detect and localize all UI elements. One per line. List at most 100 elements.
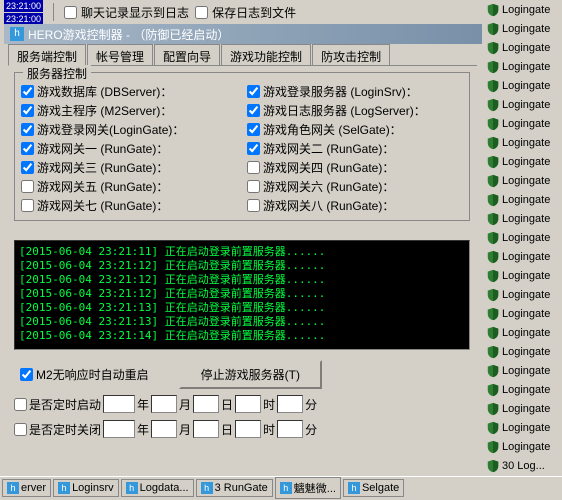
server-checkbox-0[interactable]: 游戏数据库 (DBServer)： [21, 83, 237, 100]
server-checkbox-4[interactable]: 游戏登录网关(LoginGate)： [21, 121, 237, 138]
year-input[interactable] [103, 395, 135, 413]
taskbar-item[interactable]: herver [2, 479, 51, 497]
logingate-item[interactable]: Logingate [484, 228, 562, 247]
logingate-item[interactable]: Logingate [484, 323, 562, 342]
logingate-item[interactable]: Logingate [484, 19, 562, 38]
hour-input[interactable] [235, 420, 261, 438]
taskbar-item[interactable]: hSelgate [343, 479, 404, 497]
server-checkbox-8[interactable]: 游戏网关三 (RunGate)： [21, 159, 237, 176]
logingate-item[interactable]: Logingate [484, 266, 562, 285]
logingate-item[interactable]: Logingate [484, 285, 562, 304]
tab-1[interactable]: 帐号管理 [87, 44, 153, 65]
scheduled-stop-row: 是否定时关闭 年 月 日 时 分 [14, 420, 470, 438]
taskbar-item[interactable]: h魑魅微... [275, 477, 341, 499]
server-checkbox-13[interactable]: 游戏网关八 (RunGate)： [247, 197, 463, 214]
task-icon: h [126, 482, 138, 494]
server-checkbox-7[interactable]: 游戏网关二 (RunGate)： [247, 140, 463, 157]
logingate-item[interactable]: Logingate [484, 209, 562, 228]
logingate-label: Logingate [502, 213, 550, 225]
logingate-label: Logingate [502, 232, 550, 244]
logingate-item[interactable]: Logingate [484, 361, 562, 380]
server-checkbox-9[interactable]: 游戏网关四 (RunGate)： [247, 159, 463, 176]
log-line: [2015-06-04 23:21:11] 正在启动登录前置服务器...... [19, 245, 465, 259]
scheduled-start-row: 是否定时启动 年 月 日 时 分 [14, 395, 470, 413]
logingate-item[interactable]: Logingate [484, 38, 562, 57]
auto-restart-checkbox[interactable]: M2无响应时自动重启 [20, 366, 149, 383]
top-bar: 23:21:00 23:21:00 聊天记录显示到日志 保存日志到文件 [0, 0, 482, 24]
logingate-item[interactable]: Logingate [484, 114, 562, 133]
logingate-label: Logingate [502, 61, 550, 73]
logingate-label: Logingate [502, 80, 550, 92]
logingate-item[interactable]: Logingate [484, 190, 562, 209]
logingate-label: Logingate [502, 137, 550, 149]
logingate-label: Logingate [502, 289, 550, 301]
logingate-item[interactable]: Logingate [484, 0, 562, 19]
server-checkbox-12[interactable]: 游戏网关七 (RunGate)： [21, 197, 237, 214]
logingate-item[interactable]: Logingate [484, 133, 562, 152]
logingate-item[interactable]: 30 Log... [484, 456, 562, 475]
logingate-item[interactable]: Logingate [484, 152, 562, 171]
logingate-label: Logingate [502, 365, 550, 377]
day-input[interactable] [193, 395, 219, 413]
server-checkbox-5[interactable]: 游戏角色网关 (SelGate)： [247, 121, 463, 138]
min-input[interactable] [277, 420, 303, 438]
task-icon: h [280, 482, 292, 494]
app-icon: h [10, 27, 24, 41]
scheduled-start-checkbox[interactable] [14, 398, 27, 411]
group-title: 服务器控制 [23, 65, 91, 82]
logingate-label: Logingate [502, 4, 550, 16]
logingate-label: Logingate [502, 422, 550, 434]
logingate-item[interactable]: Logingate [484, 57, 562, 76]
chat-log-checkbox[interactable]: 聊天记录显示到日志 [64, 4, 189, 21]
taskbar-item[interactable]: hLoginsrv [53, 479, 119, 497]
server-checkbox-1[interactable]: 游戏登录服务器 (LoginSrv)： [247, 83, 463, 100]
logingate-label: Logingate [502, 118, 550, 130]
log-line: [2015-06-04 23:21:13] 正在启动登录前置服务器...... [19, 301, 465, 315]
logingate-item[interactable]: Logingate [484, 380, 562, 399]
logingate-item[interactable]: Logingate [484, 95, 562, 114]
server-checkbox-10[interactable]: 游戏网关五 (RunGate)： [21, 178, 237, 195]
month-input[interactable] [151, 420, 177, 438]
server-checkbox-3[interactable]: 游戏日志服务器 (LogServer)： [247, 102, 463, 119]
tab-2[interactable]: 配置向导 [154, 44, 220, 65]
scheduled-stop-checkbox[interactable] [14, 423, 27, 436]
logingate-item[interactable]: Logingate [484, 76, 562, 95]
task-icon: h [7, 482, 19, 494]
logingate-item[interactable]: Logingate [484, 171, 562, 190]
tab-3[interactable]: 游戏功能控制 [221, 44, 311, 65]
logingate-item[interactable]: Logingate [484, 342, 562, 361]
server-checkbox-6[interactable]: 游戏网关一 (RunGate)： [21, 140, 237, 157]
window-title-bar: h HERO游戏控制器 - （防御已经启动） [4, 24, 482, 44]
logingate-item[interactable]: Logingate [484, 247, 562, 266]
stop-server-button[interactable]: 停止游戏服务器(T) [179, 360, 322, 389]
taskbar-item[interactable]: h3 RunGate [196, 479, 273, 497]
logingate-label: Logingate [502, 42, 550, 54]
month-input[interactable] [151, 395, 177, 413]
server-checkbox-2[interactable]: 游戏主程序 (M2Server)： [21, 102, 237, 119]
taskbar: herverhLoginsrvhLogdata...h3 RunGateh魑魅微… [0, 476, 562, 498]
task-icon: h [348, 482, 360, 494]
logingate-item[interactable]: Logingate [484, 304, 562, 323]
logingate-item[interactable]: Logingate [484, 399, 562, 418]
day-input[interactable] [193, 420, 219, 438]
logingate-label: Logingate [502, 327, 550, 339]
logingate-label: Logingate [502, 99, 550, 111]
logingate-item[interactable]: Logingate [484, 437, 562, 456]
min-input[interactable] [277, 395, 303, 413]
year-input[interactable] [103, 420, 135, 438]
tab-0[interactable]: 服务端控制 [8, 44, 86, 66]
logingate-label: Logingate [502, 194, 550, 206]
tab-4[interactable]: 防攻击控制 [312, 44, 390, 65]
logingate-item[interactable]: Logingate [484, 418, 562, 437]
save-log-checkbox[interactable]: 保存日志到文件 [195, 4, 296, 21]
taskbar-item[interactable]: hLogdata... [121, 479, 194, 497]
log-line: [2015-06-04 23:21:12] 正在启动登录前置服务器...... [19, 287, 465, 301]
log-line: [2015-06-04 23:21:13] 正在启动登录前置服务器...... [19, 315, 465, 329]
log-line: [2015-06-04 23:21:12] 正在启动登录前置服务器...... [19, 273, 465, 287]
tab-strip: 服务端控制帐号管理配置向导游戏功能控制防攻击控制 [8, 44, 477, 66]
hour-input[interactable] [235, 395, 261, 413]
server-control-group: 服务器控制 游戏数据库 (DBServer)：游戏登录服务器 (LoginSrv… [14, 72, 470, 221]
logingate-label: Logingate [502, 308, 550, 320]
logingate-label: 30 Log... [502, 460, 545, 472]
server-checkbox-11[interactable]: 游戏网关六 (RunGate)： [247, 178, 463, 195]
